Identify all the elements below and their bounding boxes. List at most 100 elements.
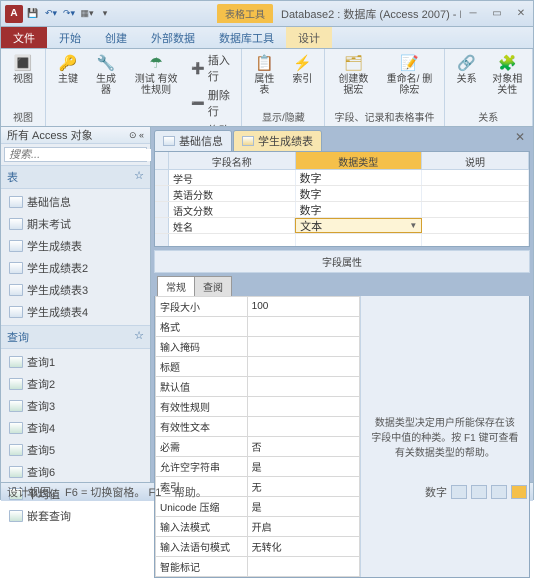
- property-row[interactable]: 有效性规则: [156, 397, 360, 417]
- property-row[interactable]: 输入法语句模式无转化: [156, 537, 360, 557]
- nav-item-query[interactable]: 查询3: [1, 395, 150, 417]
- field-name-cell[interactable]: 英语分数: [169, 186, 296, 201]
- nav-item-query[interactable]: 查询2: [1, 373, 150, 395]
- chevron-down-icon[interactable]: ⊙ «: [129, 130, 144, 141]
- property-value[interactable]: 是: [247, 457, 359, 477]
- property-value[interactable]: [247, 337, 359, 357]
- property-row[interactable]: 有效性文本: [156, 417, 360, 437]
- property-row[interactable]: 必需否: [156, 437, 360, 457]
- qat-icon[interactable]: ▾: [97, 6, 113, 22]
- property-value[interactable]: [247, 417, 359, 437]
- nav-item-query[interactable]: 查询6: [1, 461, 150, 483]
- insertrow-button[interactable]: ➕插入行: [190, 51, 235, 85]
- property-value[interactable]: [247, 357, 359, 377]
- tab-extdata[interactable]: 外部数据: [139, 27, 207, 48]
- design-grid[interactable]: 字段名称 数据类型 说明 学号数字英语分数数字语文分数数字姓名文本▼: [154, 151, 530, 247]
- datatype-cell[interactable]: 数字: [296, 186, 423, 201]
- relationships-button[interactable]: 🔗关系: [451, 51, 483, 87]
- close-button[interactable]: ✕: [509, 5, 533, 23]
- nav-item-table[interactable]: 基础信息: [1, 191, 150, 213]
- doc-tab-active[interactable]: 学生成绩表: [233, 130, 322, 151]
- description-cell[interactable]: [422, 218, 529, 233]
- view-design-icon[interactable]: [511, 485, 527, 499]
- description-cell[interactable]: [422, 170, 529, 185]
- save-icon[interactable]: 💾: [25, 6, 41, 22]
- grid-row[interactable]: 英语分数数字: [155, 186, 529, 202]
- redo-icon[interactable]: ↷▾: [61, 6, 77, 22]
- grid-row[interactable]: 语文分数数字: [155, 202, 529, 218]
- property-row[interactable]: 智能标记: [156, 557, 360, 577]
- dropdown-icon[interactable]: ▼: [409, 221, 417, 230]
- property-value[interactable]: 无转化: [247, 537, 359, 557]
- propertysheet-button[interactable]: 📋属性表: [248, 51, 280, 98]
- datatype-cell[interactable]: 数字: [296, 202, 423, 217]
- property-value[interactable]: 100: [247, 297, 359, 317]
- tab-design[interactable]: 设计: [286, 27, 332, 48]
- nav-group-tables[interactable]: 表☆: [1, 165, 150, 189]
- indexes-button[interactable]: ⚡索引: [286, 51, 318, 87]
- property-grid[interactable]: 字段大小100格式输入掩码标题默认值有效性规则有效性文本必需否允许空字符串是索引…: [155, 296, 361, 577]
- property-row[interactable]: 格式: [156, 317, 360, 337]
- search-input[interactable]: [5, 149, 156, 161]
- grid-row-empty[interactable]: [155, 234, 529, 247]
- row-selector[interactable]: [155, 186, 169, 201]
- property-row[interactable]: 输入法模式开启: [156, 517, 360, 537]
- nav-item-table[interactable]: 学生成绩表2: [1, 257, 150, 279]
- nav-item-query[interactable]: 查询1: [1, 351, 150, 373]
- nav-group-queries[interactable]: 查询☆: [1, 325, 150, 349]
- testrules-button[interactable]: ☂测试 有效性规则: [128, 51, 184, 98]
- description-cell[interactable]: [422, 186, 529, 201]
- tab-create[interactable]: 创建: [93, 27, 139, 48]
- nav-item-table[interactable]: 期末考试: [1, 213, 150, 235]
- tab-dbtools[interactable]: 数据库工具: [207, 27, 286, 48]
- property-value[interactable]: [247, 317, 359, 337]
- view-datasheet-icon[interactable]: [451, 485, 467, 499]
- row-selector[interactable]: [155, 202, 169, 217]
- col-fieldname[interactable]: 字段名称: [169, 152, 296, 169]
- row-selector[interactable]: [155, 218, 169, 233]
- tab-file[interactable]: 文件: [1, 27, 47, 48]
- grid-row[interactable]: 学号数字: [155, 170, 529, 186]
- property-value[interactable]: 开启: [247, 517, 359, 537]
- doc-tab[interactable]: 基础信息: [154, 130, 232, 151]
- col-description[interactable]: 说明: [422, 152, 529, 169]
- property-row[interactable]: 字段大小100: [156, 297, 360, 317]
- nav-header[interactable]: 所有 Access 对象⊙ «: [1, 127, 150, 144]
- property-value[interactable]: 否: [247, 437, 359, 457]
- property-row[interactable]: 标题: [156, 357, 360, 377]
- proptab-general[interactable]: 常规: [157, 276, 195, 296]
- row-selector[interactable]: [155, 170, 169, 185]
- deleterow-button[interactable]: ➖删除行: [190, 86, 235, 120]
- proptab-lookup[interactable]: 查阅: [194, 276, 232, 296]
- property-row[interactable]: 输入掩码: [156, 337, 360, 357]
- view-pivot-icon[interactable]: [471, 485, 487, 499]
- qat-icon[interactable]: ▦▾: [79, 6, 95, 22]
- col-datatype[interactable]: 数据类型: [296, 152, 423, 169]
- renamemacro-button[interactable]: 📝重命名/ 删除宏: [381, 51, 437, 98]
- dependencies-button[interactable]: 🧩对象相关性: [489, 51, 526, 98]
- undo-icon[interactable]: ↶▾: [43, 6, 59, 22]
- nav-item-query[interactable]: 查询4: [1, 417, 150, 439]
- property-value[interactable]: [247, 557, 359, 577]
- datatype-cell[interactable]: 文本▼: [295, 218, 422, 233]
- property-row[interactable]: 允许空字符串是: [156, 457, 360, 477]
- property-value[interactable]: [247, 397, 359, 417]
- view-chart-icon[interactable]: [491, 485, 507, 499]
- tab-home[interactable]: 开始: [47, 27, 93, 48]
- tab-close-button[interactable]: ✕: [510, 130, 530, 151]
- property-value[interactable]: 无: [247, 477, 359, 497]
- search-box[interactable]: 🔍: [4, 147, 147, 162]
- nav-item-query[interactable]: 查询5: [1, 439, 150, 461]
- grid-row[interactable]: 姓名文本▼: [155, 218, 529, 234]
- app-icon[interactable]: A: [5, 5, 23, 23]
- field-name-cell[interactable]: 姓名: [169, 218, 295, 233]
- property-row[interactable]: 默认值: [156, 377, 360, 397]
- view-button[interactable]: 🔳视图: [7, 51, 39, 87]
- datatype-cell[interactable]: 数字: [296, 170, 423, 185]
- datamacro-button[interactable]: 🗂创建数据宏: [331, 51, 375, 98]
- primarykey-button[interactable]: 🔑主键: [52, 51, 84, 87]
- nav-item-table[interactable]: 学生成绩表: [1, 235, 150, 257]
- builder-button[interactable]: 🔧生成器: [90, 51, 122, 98]
- restore-button[interactable]: ▭: [485, 5, 509, 23]
- nav-item-query[interactable]: 嵌套查询: [1, 505, 150, 527]
